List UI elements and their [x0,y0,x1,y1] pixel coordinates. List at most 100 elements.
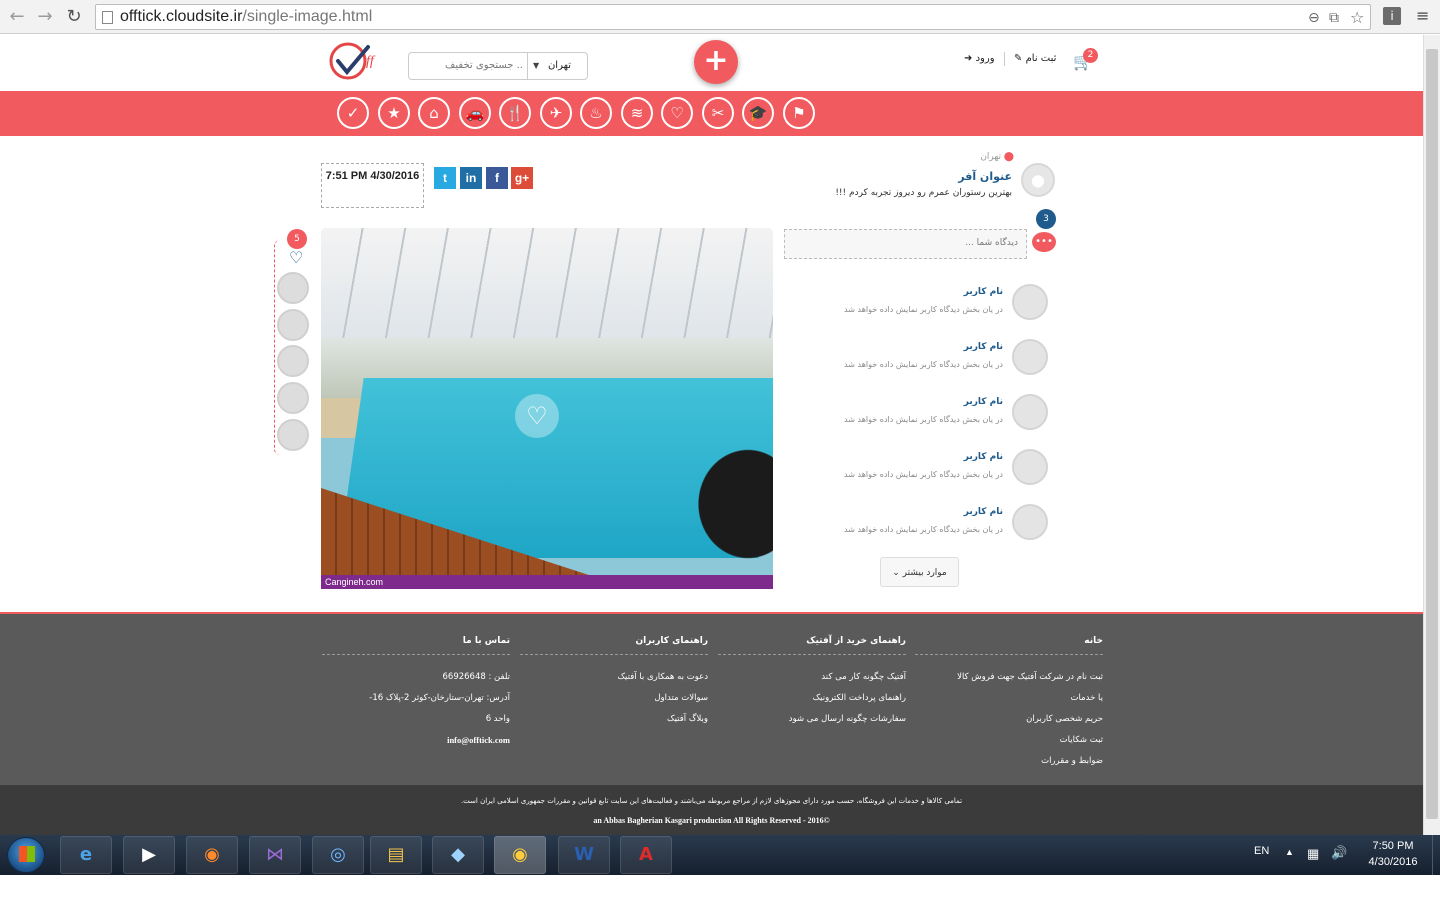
reload-icon[interactable]: ↻ [63,6,85,28]
footer-link[interactable]: وبلاگ آفتیک [520,709,708,730]
liker-avatar[interactable] [277,272,309,304]
likes-count-badge: 5 [287,229,307,249]
category-restaurant-icon[interactable]: 🍴 [499,97,531,129]
start-button[interactable] [7,837,45,873]
linkedin-share-icon[interactable]: in [460,167,482,189]
category-health-icon[interactable]: ♡ [661,97,693,129]
footer-link[interactable]: آفتیک چگونه کار می کند [718,667,906,688]
file-explorer-icon[interactable]: ▤ [370,836,422,874]
footer-link[interactable]: ضوابط و مقررات [915,751,1103,772]
word-icon[interactable]: W [558,836,610,874]
liker-avatar[interactable] [277,419,309,451]
browser-toolbar: ← → ↻ offtick.cloudsite.ir/single-image.… [0,0,1440,34]
footer-heading: خانه [915,636,1103,655]
post-image[interactable]: Cangineh.com ♡ [321,228,773,589]
commenter-name[interactable]: نام کاربر [790,287,1003,297]
like-overlay-heart-icon[interactable]: ♡ [515,394,559,438]
comment-input[interactable]: دیدگاه شما ... [784,229,1027,259]
footer-link[interactable]: ثبت نام در شرکت آفتیک جهت فروش کالا [915,667,1103,688]
category-swimming-icon[interactable]: ≋ [621,97,653,129]
category-bar: ✓ ★ ⌂ 🚗 🍴 ✈ ♨ ≋ ♡ ✂ 🎓 ⚑ [0,91,1423,136]
footer-link[interactable]: یا خدمات [915,688,1103,709]
app-icon[interactable]: ◎ [312,836,364,874]
footer-column-home: خانه ثبت نام در شرکت آفتیک جهت فروش کالا… [915,636,1103,772]
commenter-name[interactable]: نام کاربر [790,342,1003,352]
liker-avatar[interactable] [277,309,309,341]
commenter-name[interactable]: نام کاربر [790,397,1003,407]
footer-link[interactable]: سوالات متداول [520,688,708,709]
footer-link[interactable]: سفارشات چگونه ارسال می شود [718,709,906,730]
cart-badge: 2 [1083,48,1098,63]
visual-studio-icon[interactable]: ⋈ [249,836,301,874]
browser-menu-icon[interactable]: ≡ [1416,8,1430,24]
back-icon[interactable]: ← [6,6,28,28]
map-pin-icon: ⬤ [1003,152,1014,162]
load-more-button[interactable]: موارد بیشتر ⌄ [880,557,959,587]
commenter-avatar[interactable] [1012,339,1048,375]
zoom-icon[interactable]: ⊖ [1308,10,1320,26]
search-box[interactable]: جستجوی تخفیف .. تهران ▼ [408,52,588,80]
site-header: ff جستجوی تخفیف .. تهران ▼ + ثبت نام ✎ و… [0,35,1423,91]
category-hotel-icon[interactable]: ⌂ [418,97,450,129]
author-avatar[interactable]: ● [1021,163,1055,197]
scrollbar-thumb[interactable] [1426,49,1438,819]
contact-address-unit: واحد 6 [485,714,510,724]
category-star-icon[interactable]: ★ [378,97,410,129]
chevron-down-icon[interactable]: ▼ [533,53,539,79]
chrome-icon[interactable]: ◉ [494,836,546,874]
category-beauty-icon[interactable]: ♨ [580,97,612,129]
forward-icon[interactable]: → [34,6,56,28]
comment-item: نام کاربر در یان بخش دیدگاه کاربر نمایش … [790,284,1050,334]
category-car-icon[interactable]: 🚗 [459,97,491,129]
commenter-avatar[interactable] [1012,449,1048,485]
like-heart-icon[interactable]: ♡ [289,248,303,267]
address-bar[interactable]: offtick.cloudsite.ir/single-image.html ⊖… [95,4,1371,30]
commenter-avatar[interactable] [1012,394,1048,430]
internet-explorer-icon[interactable]: e [60,836,112,874]
comment-text: در یان بخش دیدگاه کاربر نمایش داده خواهد… [844,360,1003,369]
pencil-icon: ✎ [1014,53,1023,64]
commenter-avatar[interactable] [1012,504,1048,540]
category-travel-icon[interactable]: ✈ [540,97,572,129]
translate-icon[interactable]: ⧉ [1329,10,1339,26]
category-ticket-icon[interactable]: ✂ [702,97,734,129]
app-icon[interactable]: ◆ [432,836,484,874]
facebook-share-icon[interactable]: f [486,167,508,189]
category-offers-icon[interactable]: ✓ [337,97,369,129]
comment-icon[interactable]: ••• [1032,232,1056,252]
search-input[interactable]: جستجوی تخفیف .. [417,53,523,79]
post-title[interactable]: عنوان آفر [880,170,1012,183]
footer-link[interactable]: ثبت شکایات [915,730,1103,751]
footer-link[interactable]: حریم شخصی کاربران [915,709,1103,730]
twitter-share-icon[interactable]: t [434,167,456,189]
show-desktop-button[interactable] [1432,835,1440,875]
comment-text: در یان بخش دیدگاه کاربر نمایش داده خواهد… [844,415,1003,424]
liker-avatar[interactable] [277,382,309,414]
page-scrollbar[interactable] [1423,35,1440,835]
contact-email[interactable]: info@offtick.com [322,730,510,751]
contact-phone: تلفن : 66926648 [442,672,510,682]
category-education-icon[interactable]: 🎓 [742,97,774,129]
register-link[interactable]: ثبت نام ✎ [1014,53,1056,64]
extension-info-icon[interactable]: i [1383,7,1401,25]
footer-column-user-guide: راهنمای کاربران دعوت به همکاری با آفتیک … [520,636,708,730]
login-link[interactable]: ورود ➜ [964,53,995,64]
pdf-reader-icon[interactable]: A [620,836,672,874]
comment-item: نام کاربر در یان بخش دیدگاه کاربر نمایش … [790,394,1050,444]
footer-heading: راهنمای کاربران [520,636,708,655]
add-post-button[interactable]: + [694,40,738,84]
google-plus-share-icon[interactable]: g+ [511,167,533,189]
footer-link[interactable]: دعوت به همکاری با آفتیک [520,667,708,688]
media-player-icon[interactable]: ▶ [123,836,175,874]
commenter-avatar[interactable] [1012,284,1048,320]
commenter-name[interactable]: نام کاربر [790,452,1003,462]
firefox-icon[interactable]: ◉ [186,836,238,874]
footer-link[interactable]: راهنمای پرداخت الکترونیک [718,688,906,709]
chevron-down-icon: ⌄ [892,568,900,578]
offtick-logo[interactable]: ff [328,41,384,81]
commenter-name[interactable]: نام کاربر [790,507,1003,517]
sign-in-icon: ➜ [964,53,973,64]
bookmark-star-icon[interactable]: ☆ [1350,8,1364,27]
liker-avatar[interactable] [277,345,309,377]
category-sport-icon[interactable]: ⚑ [783,97,815,129]
